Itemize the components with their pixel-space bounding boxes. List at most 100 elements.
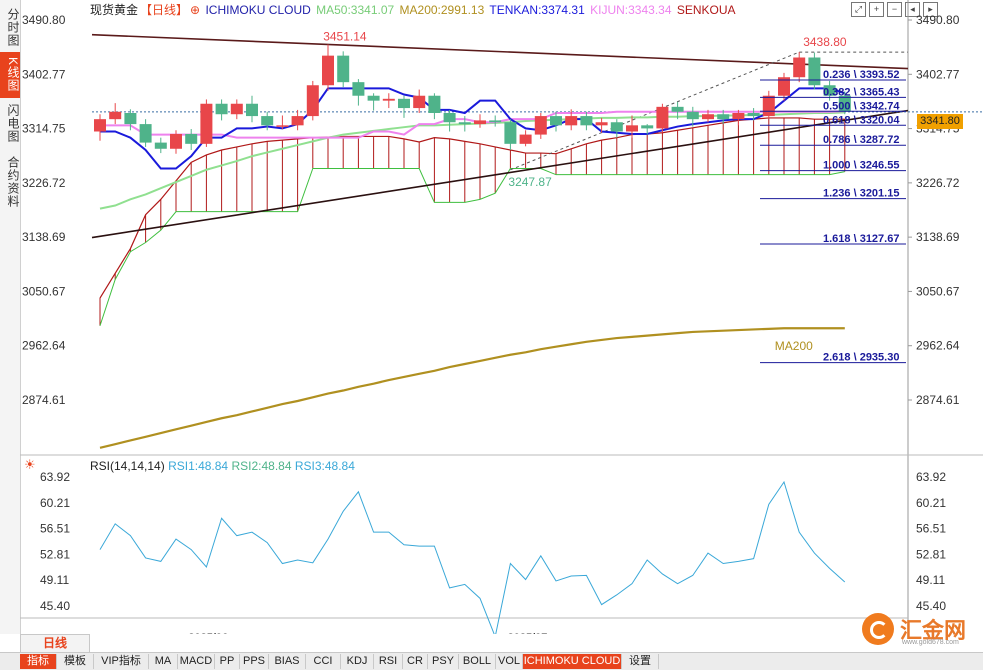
indicator-tab-boll[interactable]: BOLL — [459, 654, 496, 669]
price-axis-label-left: 3138.69 — [22, 230, 66, 244]
indicator-tab-kdj[interactable]: KDJ — [341, 654, 374, 669]
sidebar-tab-kline[interactable]: K线图 — [0, 52, 20, 98]
candle-down — [261, 116, 274, 126]
candle-down — [246, 103, 258, 117]
price-axis-label-right: 2874.61 — [916, 393, 960, 407]
candle-up — [382, 98, 395, 101]
candle-up — [702, 114, 714, 120]
candle-up — [170, 133, 182, 149]
period-selector[interactable]: 日线 — [20, 634, 90, 653]
rsi-axis-label-right: 49.11 — [916, 573, 945, 587]
ma200-line — [99, 327, 845, 449]
price-axis-label-right: 3138.69 — [916, 230, 960, 244]
sidebar-tab-lightning[interactable]: 闪电图 — [0, 100, 20, 146]
candle-down — [139, 124, 152, 143]
high-annotation: 3451.14 — [323, 29, 367, 43]
price-axis-label-left: 2874.61 — [22, 393, 66, 407]
price-axis-label-left: 3050.67 — [22, 284, 66, 298]
candle-down — [808, 57, 821, 86]
logo-domain: www.gold678.com — [902, 639, 959, 646]
rsi-axis-label-right: 63.92 — [916, 470, 946, 484]
fib-level-label: 0.236 \ 3393.52 — [823, 69, 899, 81]
price-axis-label-right: 2962.64 — [916, 339, 960, 353]
candle-down — [124, 112, 137, 125]
candle-down — [747, 112, 760, 117]
candle-down — [337, 55, 350, 83]
candle-down — [428, 95, 441, 113]
sidebar-tab-timeshare[interactable]: 分时图 — [0, 4, 20, 50]
indicator-tab-psy[interactable]: PSY — [428, 654, 459, 669]
candle-down — [458, 122, 471, 125]
price-chart[interactable]: 3490.803490.803402.773402.773314.753314.… — [20, 0, 983, 634]
indicator-tab-vip指标[interactable]: VIP指标 — [94, 654, 149, 669]
resistance-trendline — [91, 33, 909, 70]
rsi-axis-label-right: 60.21 — [916, 496, 946, 510]
candle-up — [306, 85, 319, 117]
time-label-june: 2025/06 — [188, 632, 228, 634]
candle-down — [671, 106, 684, 112]
rsi-axis-label-left: 52.81 — [40, 547, 70, 561]
rsi-axis-label-left: 63.92 — [40, 470, 70, 484]
candle-up — [94, 119, 106, 132]
rsi-axis-label-left: 49.11 — [40, 573, 69, 587]
candle-up — [519, 134, 532, 144]
ma200-annotation: MA200 — [775, 339, 813, 353]
price-axis-label-left: 3402.77 — [22, 67, 66, 81]
candle-up — [413, 95, 426, 109]
indicator-tabbar: 指标 模板 VIP指标 MA MACD PP PPS BIAS CCI KDJ RSI CR PSY BO… — [0, 652, 983, 670]
indicator-tab-bias[interactable]: BIAS — [269, 654, 306, 669]
candle-up — [565, 116, 578, 126]
fib-level-label: 0.786 \ 3287.72 — [823, 134, 899, 146]
time-label-july: 2025/07 — [508, 632, 548, 634]
candle-up — [793, 57, 806, 78]
indicator-tab-macd[interactable]: MACD — [178, 654, 215, 669]
candle-up — [200, 103, 213, 144]
candle-down — [215, 103, 228, 115]
indicator-tab-pps[interactable]: PPS — [240, 654, 269, 669]
fib-level-label: 2.618 \ 2935.30 — [823, 352, 899, 364]
candle-down — [504, 122, 517, 144]
senkou-b-line — [99, 167, 845, 326]
candle-down — [398, 98, 410, 109]
candle-down — [367, 95, 380, 101]
rsi-line — [99, 480, 846, 634]
indicator-tab-cci[interactable]: CCI — [306, 654, 341, 669]
price-axis-label-left: 3226.72 — [22, 176, 66, 190]
indicator-tab-ma[interactable]: MA — [149, 654, 178, 669]
candle-up — [762, 95, 775, 117]
rsi-axis-label-left: 45.40 — [40, 599, 70, 613]
indicator-tab-pp[interactable]: PP — [215, 654, 240, 669]
candle-up — [109, 111, 122, 120]
candle-down — [610, 122, 623, 132]
fib-level-label: 0.618 \ 3320.04 — [823, 114, 900, 126]
logo-mark-icon — [862, 613, 894, 645]
candle-down — [185, 133, 198, 144]
indicator-tab-设置[interactable]: 设置 — [622, 654, 659, 669]
indicator-tab-指标[interactable]: 指标 — [20, 654, 57, 669]
indicator-tab-rsi[interactable]: RSI — [374, 654, 403, 669]
indicator-tab-cr[interactable]: CR — [403, 654, 428, 669]
rsi-axis-label-right: 52.81 — [916, 547, 946, 561]
low-annotation: 3247.87 — [508, 175, 552, 189]
fib-level-label: 0.382 \ 3365.43 — [823, 86, 899, 98]
candle-up — [626, 125, 638, 132]
price-axis-label-right: 3226.72 — [916, 176, 960, 190]
price-axis-label-left: 3314.75 — [22, 122, 66, 136]
candle-down — [641, 125, 654, 129]
candle-up — [291, 116, 304, 126]
candle-down — [580, 116, 593, 126]
fib-level-label: 0.500 \ 3342.74 — [823, 100, 900, 112]
rsi-axis-label-left: 60.21 — [40, 496, 70, 510]
senkou-a-line — [99, 117, 845, 299]
candle-up — [474, 120, 486, 125]
indicator-tab-模板[interactable]: 模板 — [57, 654, 94, 669]
indicator-tab-vol[interactable]: VOL — [496, 654, 523, 669]
candle-down — [686, 111, 699, 120]
candle-down — [717, 114, 730, 120]
price-axis-label-left: 3490.80 — [22, 13, 66, 27]
candle-up — [732, 112, 745, 120]
indicator-tab-ichimoku-cloud[interactable]: ICHIMOKU CLOUD — [523, 654, 622, 669]
sidebar-tab-contract-info[interactable]: 合约资料 — [0, 150, 20, 214]
current-price-label: 3341.80 — [917, 114, 963, 129]
candle-up — [276, 125, 289, 127]
